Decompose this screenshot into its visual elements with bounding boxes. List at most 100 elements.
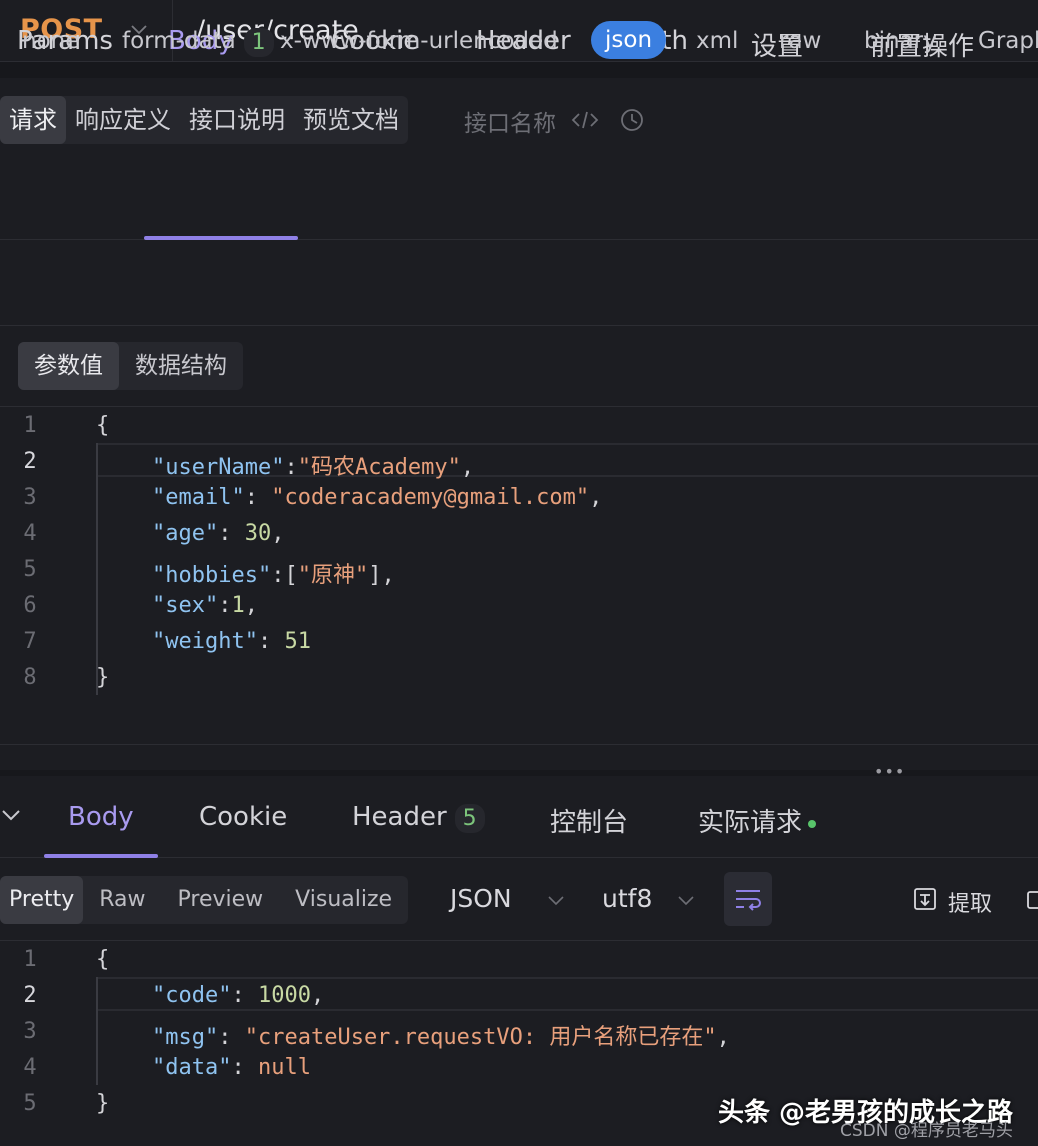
code-line: "weight": 51 [152, 629, 311, 654]
line-number: 7 [23, 629, 37, 654]
copy-icon[interactable] [1026, 886, 1038, 912]
tab-preview-doc[interactable]: 预览文档 [294, 96, 408, 144]
code-line: "age": 30, [152, 521, 285, 546]
code-icon[interactable] [570, 106, 600, 134]
tab-api-description[interactable]: 接口说明 [180, 96, 294, 144]
request-tabs [0, 160, 1038, 240]
indent-guide [96, 443, 98, 695]
json-string: "createUser.requestVO: 用户名称已存在" [244, 1025, 717, 1050]
response-tab-actual-label: 实际请求 [698, 808, 803, 838]
json-key: "msg" [152, 1025, 219, 1050]
line-number: 2 [23, 449, 37, 474]
extract-icon[interactable] [912, 886, 938, 912]
line-number: 5 [23, 1091, 37, 1116]
json-key: "sex" [152, 593, 219, 618]
header-count-badge: 5 [454, 804, 485, 833]
code-line: "data": null [152, 1055, 311, 1080]
json-brace: { [96, 947, 110, 972]
line-number: 8 [23, 665, 37, 690]
json-number: 1 [231, 593, 245, 618]
wrap-icon [736, 890, 761, 911]
mode-preview[interactable]: Preview [162, 876, 280, 924]
tab-data-structure[interactable]: 数据结构 [119, 342, 243, 390]
line-number: 6 [23, 593, 37, 618]
json-string: "coderacademy@gmail.com" [271, 485, 590, 510]
active-response-tab-indicator [44, 854, 158, 858]
code-line: "sex":1, [152, 593, 258, 618]
response-view-modes: Pretty Raw Preview Visualize [0, 876, 409, 924]
response-tab-header-label: Header [352, 802, 447, 832]
code-line: "email": "coderacademy@gmail.com", [152, 485, 603, 510]
response-tab-console[interactable]: 控制台 [550, 802, 628, 839]
json-key: "age" [152, 521, 219, 546]
tab-response-definition[interactable]: 响应定义 [66, 96, 180, 144]
json-brace: } [96, 1091, 110, 1116]
body-count-badge: 1 [243, 28, 274, 57]
collapse-chevron-icon[interactable] [0, 804, 22, 826]
line-number: 4 [23, 1055, 37, 1080]
json-number: 30 [244, 521, 272, 546]
response-tab-header[interactable]: Header 5 [352, 802, 485, 833]
body-type-graphql[interactable]: Graph [978, 28, 1038, 54]
body-type-form-data[interactable]: form-data [122, 28, 236, 54]
history-icon[interactable] [618, 106, 646, 134]
code-line: "code": 1000, [152, 983, 325, 1008]
json-key: "weight" [152, 629, 258, 654]
param-tabs: 参数值 数据结构 [18, 342, 243, 390]
code-line: } [96, 1091, 109, 1116]
json-brace: { [96, 413, 110, 438]
body-type-selector [0, 242, 1038, 326]
response-tab-cookie[interactable]: Cookie [199, 802, 287, 832]
api-name-input[interactable]: 接口名称 [464, 104, 556, 138]
body-type-json[interactable]: json [591, 21, 667, 59]
body-type-xml[interactable]: xml [696, 28, 738, 54]
extract-button[interactable]: 提取 [948, 886, 992, 918]
line-number: 4 [23, 521, 37, 546]
toolbar-strip [0, 62, 1038, 78]
mode-raw[interactable]: Raw [83, 876, 161, 924]
json-string: "原神" [297, 563, 369, 588]
code-line: "msg": "createUser.requestVO: 用户名称已存在", [152, 1025, 730, 1050]
json-key: "code" [152, 983, 232, 1008]
body-type-raw[interactable]: raw [779, 28, 821, 54]
code-line: } [96, 665, 109, 690]
chevron-down-icon[interactable] [546, 890, 566, 910]
json-key: "email" [152, 485, 245, 510]
json-number: 51 [284, 629, 311, 654]
wrap-lines-button[interactable] [724, 872, 772, 926]
status-dot-icon [808, 819, 817, 828]
code-line: { [96, 413, 109, 438]
mode-visualize[interactable]: Visualize [279, 876, 408, 924]
response-tab-body[interactable]: Body [68, 802, 134, 832]
line-number: 2 [23, 983, 37, 1008]
code-line: { [96, 947, 109, 972]
json-null: null [257, 1055, 311, 1080]
json-key: "hobbies" [152, 563, 272, 588]
tab-request[interactable]: 请求 [0, 96, 66, 144]
format-select[interactable]: JSON [450, 884, 512, 913]
json-key: "data" [152, 1055, 232, 1080]
body-type-none[interactable]: none [22, 28, 79, 54]
code-line: "userName":"码农Academy", [152, 455, 475, 480]
encoding-select[interactable]: utf8 [602, 884, 652, 913]
active-tab-indicator [144, 236, 298, 240]
top-tabs: 请求 响应定义 接口说明 预览文档 [0, 96, 408, 144]
line-number: 1 [23, 413, 37, 438]
code-line: "hobbies":["原神"], [152, 563, 395, 588]
watermark-sub: CSDN @程序员老马头 [840, 1121, 1013, 1141]
response-tabs [0, 778, 1038, 858]
mode-pretty[interactable]: Pretty [0, 876, 84, 924]
body-type-binary[interactable]: binary [864, 28, 937, 54]
response-tab-actual-request[interactable]: 实际请求 [698, 802, 817, 839]
json-number: 1000 [257, 983, 311, 1008]
line-number: 1 [23, 947, 37, 972]
json-brace: } [96, 665, 110, 690]
request-body-editor[interactable]: 1 2 3 4 5 6 7 8 { "userName":"码农Academy"… [0, 406, 1038, 744]
json-string: "码农Academy" [297, 455, 461, 480]
tab-param-values[interactable]: 参数值 [18, 342, 119, 390]
line-number: 5 [23, 557, 37, 582]
line-number: 3 [23, 485, 37, 510]
body-type-urlencoded[interactable]: x-www-form-urlencoded [280, 28, 558, 54]
line-number: 3 [23, 1019, 37, 1044]
chevron-down-icon[interactable] [676, 890, 696, 910]
